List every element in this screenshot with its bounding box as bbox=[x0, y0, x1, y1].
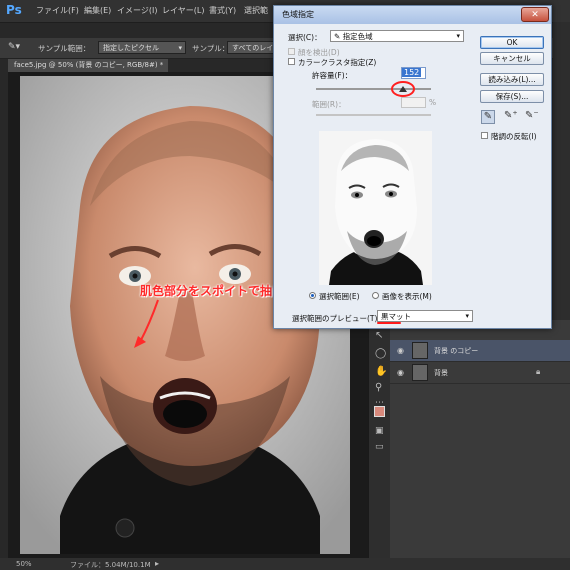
document-tab[interactable]: face5.jpg @ 50% (背景 のコピー, RGB/8#) * bbox=[8, 59, 168, 72]
ok-button[interactable]: OK bbox=[480, 36, 544, 49]
eyedropper-icon[interactable]: ✎ bbox=[481, 110, 495, 124]
close-button[interactable]: ✕ bbox=[521, 7, 549, 22]
foreground-color-swatch[interactable] bbox=[374, 406, 385, 417]
menu-select[interactable]: 選択範 bbox=[244, 5, 268, 16]
lasso-tool-icon[interactable]: ↖ bbox=[375, 330, 383, 341]
localized-clusters-checkbox[interactable] bbox=[288, 58, 295, 65]
zoom-level[interactable]: 50% bbox=[16, 560, 32, 568]
layers-panel: ◉ 背景 のコピー ◉ 背景 🔒︎ bbox=[390, 320, 570, 558]
hand-tool-icon[interactable]: ✋ bbox=[375, 366, 387, 377]
range-label: 範囲(R)： bbox=[312, 100, 346, 109]
fuzziness-value: 152 bbox=[402, 68, 422, 77]
radio-image-label: 画像を表示(M) bbox=[382, 292, 432, 301]
color-range-dialog: 色域指定 ✕ 選択(C)： ✎ 指定色域 ▾ 顔を検出(D) カラークラスタ指定(… bbox=[273, 5, 552, 329]
selection-preview bbox=[319, 131, 432, 285]
ellipse-tool-icon[interactable]: ◯ bbox=[375, 348, 386, 359]
photoshop-logo: Ps bbox=[6, 3, 22, 17]
eye-icon[interactable]: ◉ bbox=[397, 368, 406, 377]
preview-label: 選択範囲のプレビュー(T)： bbox=[292, 314, 385, 323]
layer-row[interactable]: ◉ 背景 のコピー bbox=[390, 340, 570, 362]
menu-edit[interactable]: 編集(E) bbox=[84, 5, 111, 16]
layer-thumbnail bbox=[412, 342, 428, 359]
annotation-text: 肌色部分をスポイトで抽出 bbox=[140, 284, 285, 298]
annotation-arrow bbox=[134, 299, 159, 348]
radio-selection[interactable] bbox=[309, 292, 316, 299]
quick-mask-icon[interactable]: ▣ bbox=[375, 426, 384, 436]
detect-faces-checkbox[interactable] bbox=[288, 48, 295, 55]
dialog-title-bar[interactable]: 色域指定 bbox=[274, 6, 551, 24]
layer-name: 背景 bbox=[434, 369, 448, 377]
tool-strip: ↖ ◯ ✋ ⚲ ⋯ ▣ ▭ bbox=[368, 320, 392, 558]
eyedropper-minus-icon[interactable]: ✎⁻ bbox=[525, 110, 539, 122]
fuzziness-input[interactable]: 152 bbox=[401, 67, 426, 79]
layer-row[interactable]: ◉ 背景 🔒︎ bbox=[390, 362, 570, 384]
fuzziness-label: 許容量(F)： bbox=[312, 71, 353, 80]
sample-layers-select[interactable]: すべてのレイヤー bbox=[227, 41, 277, 54]
status-bar: 50% ファイル：5.04M/10.1M ▸ bbox=[0, 558, 570, 570]
eye-icon[interactable]: ◉ bbox=[397, 346, 406, 355]
select-value: 指定色域 bbox=[342, 32, 373, 41]
layer-name: 背景 のコピー bbox=[434, 347, 479, 355]
select-dropdown[interactable]: ✎ 指定色域 ▾ bbox=[330, 30, 464, 42]
invert-checkbox[interactable] bbox=[481, 132, 488, 139]
menu-file[interactable]: ファイル(F) bbox=[36, 5, 79, 16]
zoom-tool-icon[interactable]: ⚲ bbox=[375, 382, 382, 393]
underline-mark bbox=[377, 322, 401, 324]
lock-icon: 🔒︎ bbox=[536, 367, 541, 376]
save-button[interactable]: 保存(S)... bbox=[480, 90, 544, 103]
eyedropper-small-icon: ✎ bbox=[334, 32, 343, 41]
sample-size-value: 指定したピクセル bbox=[103, 44, 159, 52]
menu-layer[interactable]: レイヤー(L) bbox=[162, 5, 204, 16]
chevron-down-icon: ▾ bbox=[178, 44, 182, 52]
load-button[interactable]: 読み込み(L)... bbox=[480, 73, 544, 86]
select-label: 選択(C)： bbox=[288, 33, 322, 42]
radio-image[interactable] bbox=[372, 292, 379, 299]
chevron-down-icon: ▾ bbox=[465, 312, 469, 320]
sample-size-select[interactable]: 指定したピクセル ▾ bbox=[98, 41, 186, 54]
invert-label: 階調の反転(I) bbox=[491, 132, 537, 141]
menu-image[interactable]: イメージ(I) bbox=[117, 5, 157, 16]
layer-thumbnail bbox=[412, 364, 428, 381]
screen-mode-icon[interactable]: ▭ bbox=[375, 442, 384, 452]
sample-size-label: サンプル範囲： bbox=[38, 44, 91, 53]
eyedropper-tool-icon[interactable]: ✎▾ bbox=[8, 42, 26, 54]
dialog-title: 色域指定 bbox=[282, 10, 314, 19]
play-icon[interactable]: ▸ bbox=[155, 559, 159, 568]
range-slider[interactable] bbox=[316, 114, 431, 116]
range-input[interactable] bbox=[401, 97, 426, 108]
preview-value: 黒マット bbox=[381, 312, 411, 321]
chevron-down-icon: ▾ bbox=[456, 32, 460, 40]
eyedropper-plus-icon[interactable]: ✎⁺ bbox=[504, 110, 518, 122]
file-info[interactable]: ファイル：5.04M/10.1M bbox=[70, 560, 151, 570]
panel-dock bbox=[553, 22, 570, 320]
range-unit: % bbox=[429, 98, 437, 107]
sample-layers-label: サンプル： bbox=[192, 44, 230, 53]
localized-clusters-label: カラークラスタ指定(Z) bbox=[298, 58, 377, 67]
highlight-circle bbox=[391, 81, 416, 97]
radio-selection-label: 選択範囲(E) bbox=[319, 292, 360, 301]
cancel-button[interactable]: キャンセル bbox=[480, 52, 544, 65]
preview-dropdown[interactable]: 黒マット ▾ bbox=[377, 310, 473, 322]
menu-type[interactable]: 書式(Y) bbox=[209, 5, 236, 16]
